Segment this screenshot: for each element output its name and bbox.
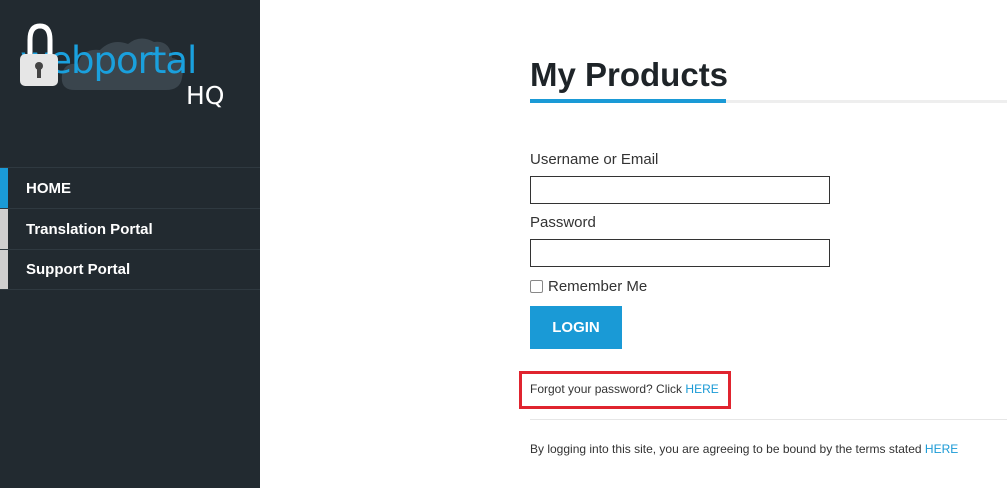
page-title: My Products: [530, 56, 729, 93]
item-marker: [0, 250, 8, 289]
login-button[interactable]: LOGIN: [530, 306, 622, 349]
terms-link[interactable]: HERE: [925, 442, 958, 456]
remember-me-checkbox[interactable]: [530, 280, 543, 293]
password-label: Password: [530, 214, 596, 231]
terms-text: By logging into this site, you are agree…: [530, 442, 958, 456]
title-accent-underline: [530, 99, 726, 103]
sidebar-item-translation-portal[interactable]: Translation Portal: [0, 208, 260, 249]
terms-label: By logging into this site, you are agree…: [530, 442, 922, 456]
forgot-password-text: Forgot your password? Click HERE: [530, 382, 719, 396]
webportal-hq-logo[interactable]: webportal HQ: [20, 20, 240, 120]
item-marker: [0, 209, 8, 249]
forgot-password-label: Forgot your password? Click: [530, 382, 683, 396]
sidebar-item-home[interactable]: HOME: [0, 167, 260, 208]
username-input[interactable]: [530, 176, 830, 204]
password-input[interactable]: [530, 239, 830, 267]
title-divider: [726, 100, 1007, 103]
remember-me[interactable]: Remember Me: [530, 278, 647, 295]
sidebar-item-support-portal[interactable]: Support Portal: [0, 249, 260, 290]
username-label: Username or Email: [530, 151, 659, 168]
sidebar: webportal HQ HOME Translation Portal Sup…: [0, 0, 260, 488]
sidebar-nav: HOME Translation Portal Support Portal: [0, 167, 260, 290]
padlock-icon: [20, 23, 58, 86]
logo-subtitle: HQ: [186, 81, 225, 110]
sidebar-item-label: Support Portal: [26, 261, 131, 278]
sidebar-item-label: HOME: [26, 179, 71, 197]
sidebar-item-label: Translation Portal: [26, 220, 153, 238]
remember-me-label: Remember Me: [548, 278, 648, 295]
active-marker: [0, 168, 8, 208]
divider: [530, 419, 1007, 420]
forgot-password-link[interactable]: HERE: [685, 382, 718, 396]
